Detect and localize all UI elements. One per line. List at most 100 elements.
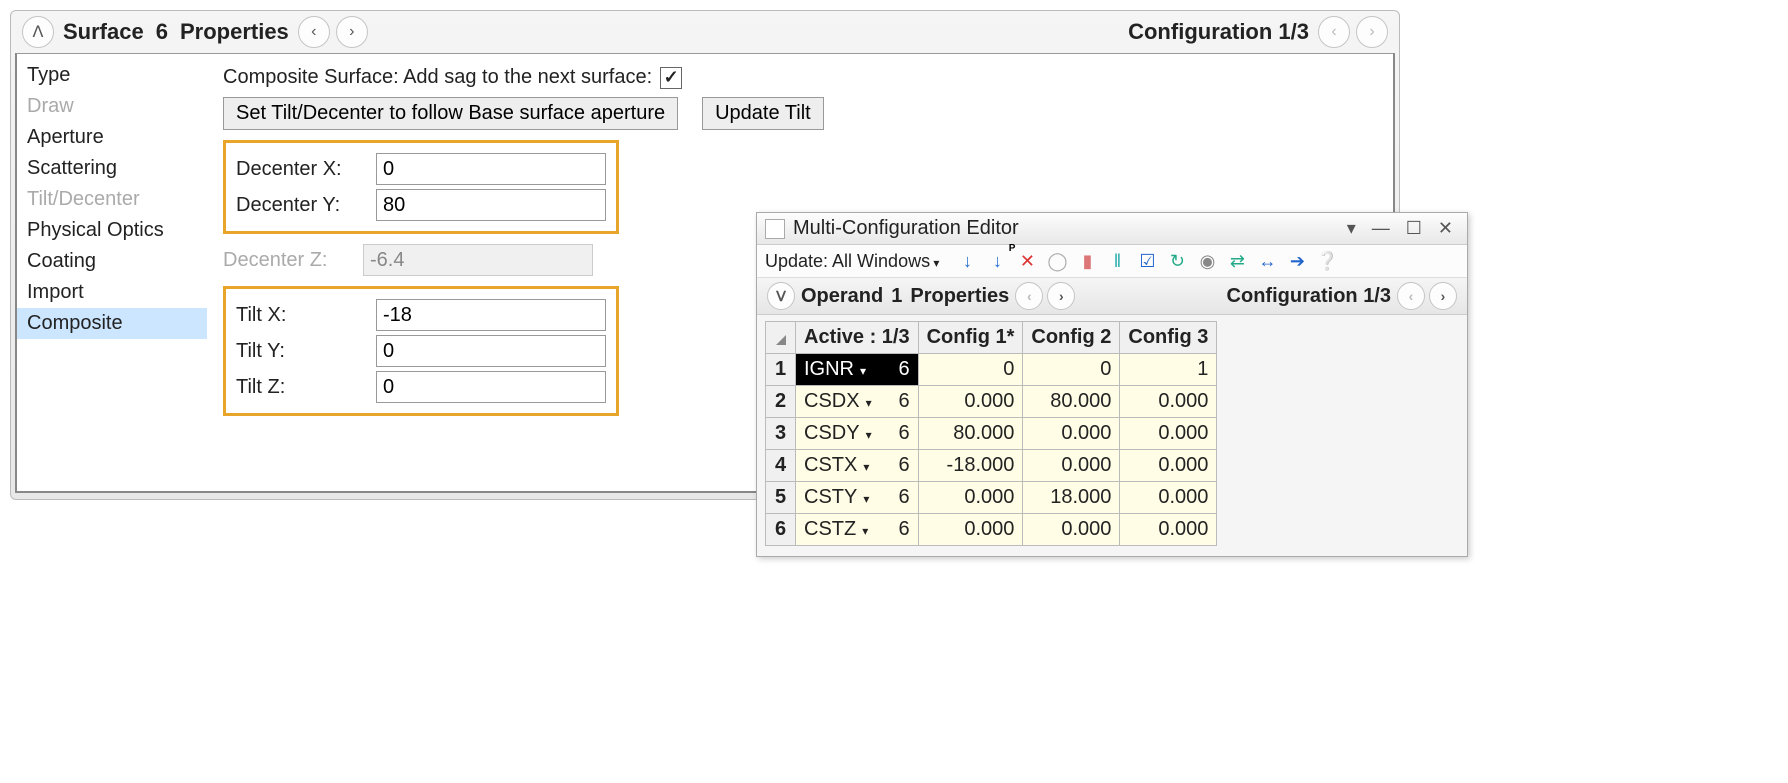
row-number[interactable]: 5 bbox=[766, 482, 796, 514]
config2-cell[interactable]: 0.000 bbox=[1023, 418, 1120, 450]
config3-cell[interactable]: 0.000 bbox=[1120, 482, 1217, 514]
sidebar-item-coating[interactable]: Coating bbox=[17, 246, 207, 277]
tool-icon[interactable]: ▮ bbox=[1075, 249, 1099, 273]
row-number[interactable]: 4 bbox=[766, 450, 796, 482]
table-row[interactable]: 4CSTX▾6-18.0000.0000.000 bbox=[766, 450, 1217, 482]
next-config-button[interactable]: › bbox=[1356, 16, 1388, 48]
dropdown-icon[interactable]: ▾ bbox=[1341, 218, 1362, 239]
bars-icon[interactable]: ‖ bbox=[1105, 249, 1129, 273]
mce-next-config-button[interactable]: › bbox=[1429, 282, 1457, 310]
update-tilt-button[interactable]: Update Tilt bbox=[702, 97, 824, 130]
decenter-x-label: Decenter X: bbox=[236, 158, 376, 181]
title-surface: Surface bbox=[63, 19, 144, 45]
left-right-arrow-icon[interactable]: ↔ bbox=[1255, 249, 1279, 273]
decenter-x-input[interactable] bbox=[376, 153, 606, 185]
operand-cell[interactable]: IGNR▾6 bbox=[796, 354, 919, 386]
operand-cell[interactable]: CSDX▾6 bbox=[796, 386, 919, 418]
row-number[interactable]: 2 bbox=[766, 386, 796, 418]
config3-cell[interactable]: 0.000 bbox=[1120, 450, 1217, 482]
header-config1[interactable]: Config 1* bbox=[918, 322, 1023, 354]
tilt-y-input[interactable] bbox=[376, 335, 606, 367]
mce-title: Multi-Configuration Editor bbox=[793, 217, 1019, 240]
properties-sidebar: TypeDrawApertureScatteringTilt/DecenterP… bbox=[17, 54, 207, 491]
config1-cell[interactable]: 80.000 bbox=[918, 418, 1023, 450]
mce-operand-label: Operand bbox=[801, 285, 883, 308]
config1-cell[interactable]: 0.000 bbox=[918, 386, 1023, 418]
row-number[interactable]: 6 bbox=[766, 514, 796, 546]
sidebar-item-import[interactable]: Import bbox=[17, 277, 207, 308]
title-properties: Properties bbox=[180, 19, 289, 45]
insert-operand-icon[interactable]: ↓ bbox=[955, 249, 979, 273]
properties-header: ᐱ Surface 6 Properties ‹ › Configuration… bbox=[11, 11, 1399, 53]
tilt-z-input[interactable] bbox=[376, 371, 606, 403]
operand-cell[interactable]: CSTZ▾6 bbox=[796, 514, 919, 546]
sidebar-item-draw: Draw bbox=[17, 91, 207, 122]
operand-cell[interactable]: CSTY▾6 bbox=[796, 482, 919, 514]
operand-cell[interactable]: CSTX▾6 bbox=[796, 450, 919, 482]
mce-next-operand-button[interactable]: › bbox=[1047, 282, 1075, 310]
table-row[interactable]: 6CSTZ▾60.0000.0000.000 bbox=[766, 514, 1217, 546]
prev-surface-button[interactable]: ‹ bbox=[298, 16, 330, 48]
tilt-group: Tilt X: Tilt Y: Tilt Z: bbox=[223, 286, 619, 416]
table-row[interactable]: 5CSTY▾60.00018.0000.000 bbox=[766, 482, 1217, 514]
refresh-icon[interactable]: ↻ bbox=[1165, 249, 1189, 273]
help-icon[interactable]: ❔ bbox=[1315, 249, 1339, 273]
config2-cell[interactable]: 0.000 bbox=[1023, 514, 1120, 546]
mce-window-icon bbox=[765, 219, 785, 239]
config3-cell[interactable]: 0.000 bbox=[1120, 386, 1217, 418]
tilt-x-input[interactable] bbox=[376, 299, 606, 331]
mce-config-label: Configuration 1/3 bbox=[1227, 285, 1391, 308]
table-row[interactable]: 2CSDX▾60.00080.0000.000 bbox=[766, 386, 1217, 418]
mce-operand-properties: Properties bbox=[910, 285, 1009, 308]
config3-cell[interactable]: 0.000 bbox=[1120, 514, 1217, 546]
configuration-label: Configuration 1/3 bbox=[1128, 19, 1309, 45]
swap-icon[interactable]: ⇄ bbox=[1225, 249, 1249, 273]
config3-cell[interactable]: 1 bbox=[1120, 354, 1217, 386]
collapse-toggle[interactable]: ᐱ bbox=[22, 16, 54, 48]
mce-prev-config-button[interactable]: ‹ bbox=[1397, 282, 1425, 310]
sidebar-item-composite[interactable]: Composite bbox=[17, 308, 207, 339]
title-surface-number: 6 bbox=[156, 19, 168, 45]
check-icon[interactable]: ☑ bbox=[1135, 249, 1159, 273]
config1-cell[interactable]: 0.000 bbox=[918, 482, 1023, 514]
row-number[interactable]: 1 bbox=[766, 354, 796, 386]
sidebar-item-physical-optics[interactable]: Physical Optics bbox=[17, 215, 207, 246]
sidebar-item-type[interactable]: Type bbox=[17, 60, 207, 91]
config2-cell[interactable]: 0.000 bbox=[1023, 450, 1120, 482]
right-arrow-icon[interactable]: ➔ bbox=[1285, 249, 1309, 273]
config2-cell[interactable]: 80.000 bbox=[1023, 386, 1120, 418]
update-dropdown[interactable]: Update: All Windows bbox=[765, 251, 939, 272]
header-config2[interactable]: Config 2 bbox=[1023, 322, 1120, 354]
row-number[interactable]: 3 bbox=[766, 418, 796, 450]
sidebar-item-scattering[interactable]: Scattering bbox=[17, 153, 207, 184]
mce-expand-toggle[interactable]: ᐯ bbox=[767, 282, 795, 310]
header-active[interactable]: Active : 1/3 bbox=[796, 322, 919, 354]
sidebar-item-aperture[interactable]: Aperture bbox=[17, 122, 207, 153]
config2-cell[interactable]: 0 bbox=[1023, 354, 1120, 386]
table-row[interactable]: 3CSDY▾680.0000.0000.000 bbox=[766, 418, 1217, 450]
prev-config-button[interactable]: ‹ bbox=[1318, 16, 1350, 48]
config1-cell[interactable]: -18.000 bbox=[918, 450, 1023, 482]
header-config3[interactable]: Config 3 bbox=[1120, 322, 1217, 354]
minimize-button[interactable]: — bbox=[1366, 218, 1396, 239]
mce-prev-operand-button[interactable]: ‹ bbox=[1015, 282, 1043, 310]
mce-toolbar: Update: All Windows ↓ ↓P ✕ ◯ ▮ ‖ ☑ ↻ ◉ ⇄… bbox=[757, 245, 1467, 278]
operand-cell[interactable]: CSDY▾6 bbox=[796, 418, 919, 450]
decenter-y-input[interactable] bbox=[376, 189, 606, 221]
config1-cell[interactable]: 0.000 bbox=[918, 514, 1023, 546]
delete-icon[interactable]: ✕ bbox=[1015, 249, 1039, 273]
next-surface-button[interactable]: › bbox=[336, 16, 368, 48]
toggle-icon[interactable]: ◉ bbox=[1195, 249, 1219, 273]
config2-cell[interactable]: 18.000 bbox=[1023, 482, 1120, 514]
ellipse-icon[interactable]: ◯ bbox=[1045, 249, 1069, 273]
mce-titlebar: Multi-Configuration Editor ▾ — ☐ ✕ bbox=[757, 213, 1467, 245]
close-button[interactable]: ✕ bbox=[1432, 218, 1459, 239]
add-sag-checkbox[interactable]: ✓ bbox=[660, 67, 682, 89]
table-row[interactable]: 1IGNR▾6001 bbox=[766, 354, 1217, 386]
mce-operand-number: 1 bbox=[891, 285, 902, 308]
insert-pickup-icon[interactable]: ↓P bbox=[985, 249, 1009, 273]
config3-cell[interactable]: 0.000 bbox=[1120, 418, 1217, 450]
maximize-button[interactable]: ☐ bbox=[1400, 218, 1428, 239]
set-tilt-decenter-button[interactable]: Set Tilt/Decenter to follow Base surface… bbox=[223, 97, 678, 130]
config1-cell[interactable]: 0 bbox=[918, 354, 1023, 386]
